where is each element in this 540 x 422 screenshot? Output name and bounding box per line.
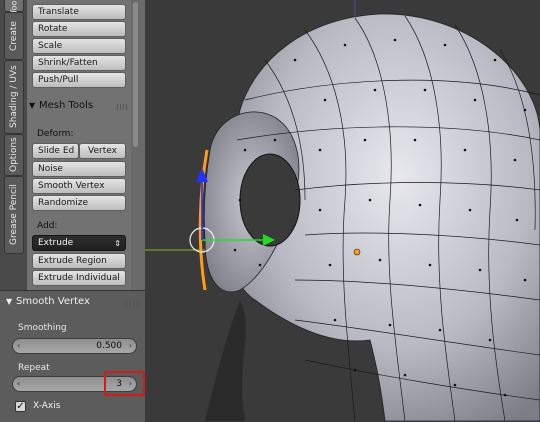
smoothing-field[interactable]: ‹ 0.500 › <box>12 338 137 354</box>
tab-tools[interactable]: Tools <box>4 0 24 14</box>
add-label: Add: <box>37 221 58 231</box>
extrude-individual-button[interactable]: Extrude Individual <box>32 270 126 286</box>
operator-panel: ▼ Smooth Vertex Smoothing ‹ 0.500 › Repea… <box>0 290 145 422</box>
decrement-arrow-icon[interactable]: ‹ <box>17 377 20 391</box>
extrude-label: Extrude <box>38 238 74 248</box>
smoothing-label: Smoothing <box>18 323 67 333</box>
panel-grip-icon[interactable] <box>127 301 137 307</box>
slide-vertex-button[interactable]: Vertex <box>79 143 126 159</box>
extrude-region-button[interactable]: Extrude Region <box>32 253 126 269</box>
panel-grip-icon[interactable] <box>117 104 127 110</box>
tab-shading-uvs-label: Shading / UVs <box>9 65 19 129</box>
collapse-triangle-icon: ▼ <box>29 101 36 110</box>
deform-label: Deform: <box>37 129 74 139</box>
toolshelf-panel: Translate Rotate Scale Shrink/Fatten Pus… <box>27 0 131 290</box>
decrement-arrow-icon[interactable]: ‹ <box>17 339 20 353</box>
shrink-fatten-button[interactable]: Shrink/Fatten <box>32 55 126 71</box>
repeat-label: Repeat <box>18 363 50 373</box>
smoothing-value: 0.500 <box>96 341 122 351</box>
tab-create-label: Create <box>9 21 19 51</box>
scale-button[interactable]: Scale <box>32 38 126 54</box>
checkmark-icon: ✓ <box>16 401 25 412</box>
x-axis-label: X-Axis <box>33 401 61 411</box>
smooth-vertex-button[interactable]: Smooth Vertex <box>32 178 126 194</box>
push-pull-button[interactable]: Push/Pull <box>32 72 126 88</box>
increment-arrow-icon[interactable]: › <box>129 339 132 353</box>
noise-button[interactable]: Noise <box>32 161 126 177</box>
tab-options-label: Options <box>9 137 19 173</box>
x-axis-checkbox[interactable]: ✓ <box>15 401 26 412</box>
toolshelf-scrollbar[interactable] <box>131 0 145 290</box>
rotate-button[interactable]: Rotate <box>32 21 126 37</box>
smooth-vertex-header[interactable]: ▼ Smooth Vertex <box>6 294 90 310</box>
tab-create[interactable]: Create <box>4 12 24 60</box>
translate-button[interactable]: Translate <box>32 4 126 20</box>
scrollbar-thumb[interactable] <box>133 2 138 147</box>
randomize-button[interactable]: Randomize <box>32 195 126 211</box>
tab-grease-pencil[interactable]: Grease Pencil <box>4 176 24 254</box>
collapse-triangle-icon: ▼ <box>6 297 13 306</box>
tool-tab-strip: Tools Create Shading / UVs Options Greas… <box>0 0 28 290</box>
mesh-tools-title: Mesh Tools <box>39 100 94 111</box>
head-mesh[interactable] <box>198 13 540 421</box>
tab-options[interactable]: Options <box>4 134 24 176</box>
extrude-dropdown[interactable]: Extrude ⇕ <box>32 235 126 251</box>
tab-shading-uvs[interactable]: Shading / UVs <box>4 60 24 134</box>
operator-title: Smooth Vertex <box>16 296 90 307</box>
tab-grease-pencil-label: Grease Pencil <box>9 184 19 246</box>
3d-viewport[interactable] <box>145 0 540 421</box>
dropdown-arrows-icon: ⇕ <box>114 239 121 248</box>
repeat-highlight-box <box>104 371 145 396</box>
slide-edge-button[interactable]: Slide Ed <box>32 143 79 159</box>
mesh-tools-header[interactable]: ▼ Mesh Tools <box>29 98 93 114</box>
viewport-canvas <box>145 0 540 421</box>
